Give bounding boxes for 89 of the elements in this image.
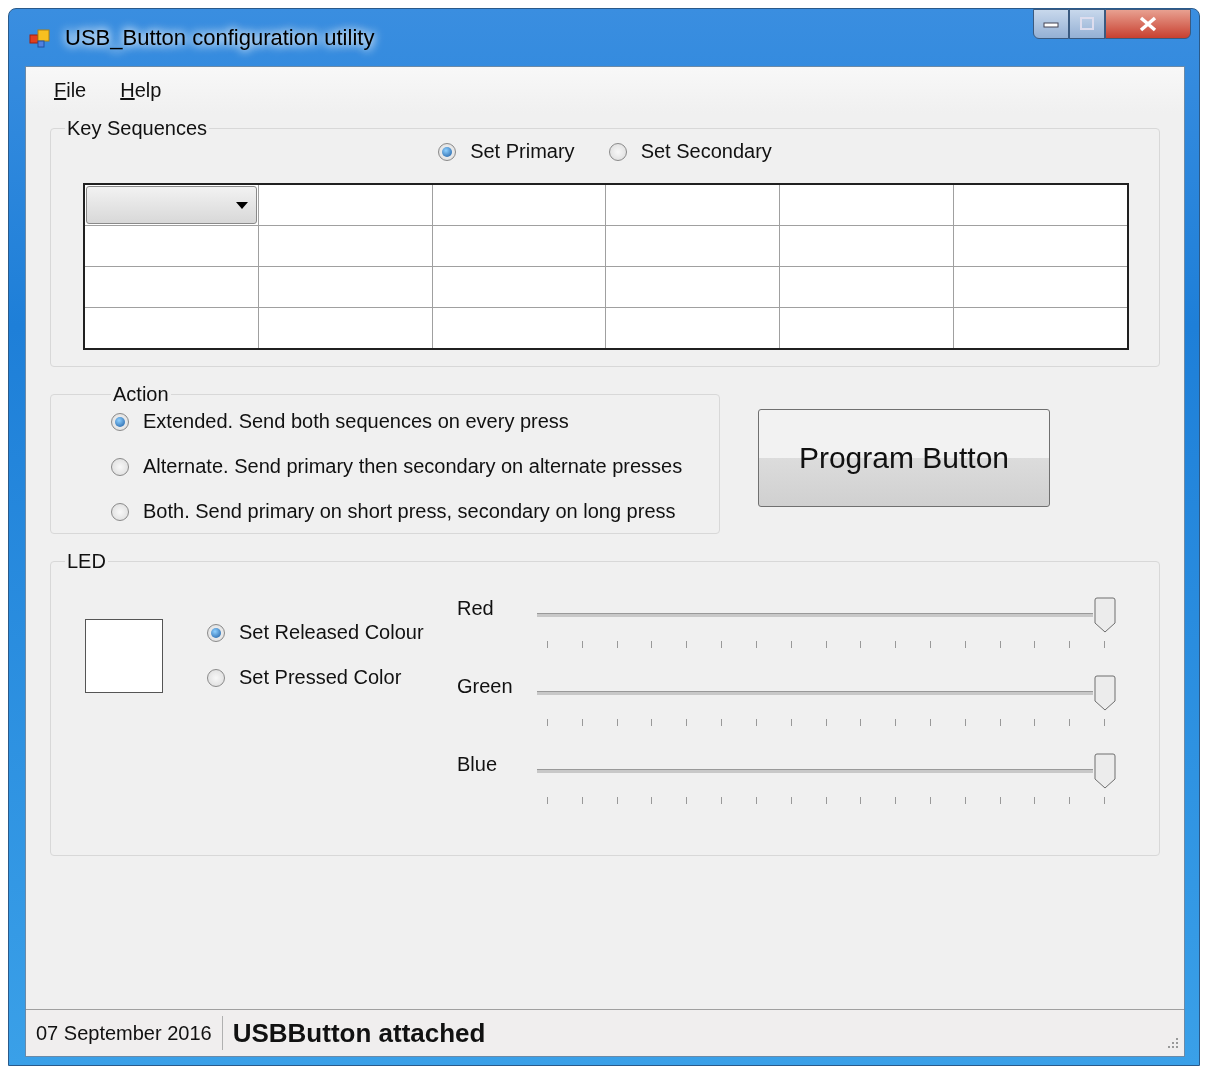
tick-mark xyxy=(651,641,653,648)
tick-mark xyxy=(1104,719,1105,726)
tick-mark xyxy=(721,641,723,648)
maximize-button[interactable] xyxy=(1069,9,1105,39)
tick-mark xyxy=(755,719,757,726)
tick-mark xyxy=(1104,797,1105,804)
tick-mark xyxy=(616,719,618,726)
tick-mark xyxy=(686,719,688,726)
radio-label: Set Primary xyxy=(470,140,575,163)
maximize-icon xyxy=(1078,17,1096,31)
app-icon xyxy=(29,26,51,49)
group-title: Key Sequences xyxy=(66,117,209,140)
tick-mark xyxy=(1034,797,1036,804)
radio-button[interactable] xyxy=(207,623,225,642)
tick-mark xyxy=(999,797,1001,804)
tick-mark xyxy=(1069,641,1071,648)
radio-button[interactable] xyxy=(111,412,129,431)
status-date: 07 September 2016 xyxy=(26,1016,223,1050)
tick-mark xyxy=(999,719,1001,726)
tick-mark xyxy=(651,797,653,804)
radio-label: Both. Send primary on short press, secondary on long press xyxy=(143,500,676,523)
tick-mark xyxy=(929,641,931,648)
tick-mark xyxy=(825,719,827,726)
tick-mark xyxy=(1034,719,1036,726)
radio-label: Set Pressed Color xyxy=(239,666,402,689)
radio-button[interactable] xyxy=(111,457,129,476)
tick-mark xyxy=(1034,641,1036,648)
slider-label: Green xyxy=(457,674,514,699)
tick-mark xyxy=(860,641,862,648)
tick-mark xyxy=(1069,719,1071,726)
tick-mark xyxy=(895,641,897,648)
radio-button[interactable] xyxy=(608,142,627,161)
tick-mark xyxy=(616,641,618,648)
key-dropdown[interactable] xyxy=(86,186,257,224)
tick-mark xyxy=(581,797,583,804)
tick-mark xyxy=(581,719,583,726)
tick-mark xyxy=(721,719,723,726)
tick-mark xyxy=(1104,641,1105,648)
radio-button[interactable] xyxy=(207,668,225,687)
radio-button[interactable] xyxy=(438,142,457,161)
radio-label: Alternate. Send primary then secondary on alternate presses xyxy=(143,455,683,478)
close-button[interactable] xyxy=(1105,9,1191,39)
tick-mark xyxy=(755,641,757,648)
tick-mark xyxy=(964,719,966,726)
radio-label: Set Secondary xyxy=(640,140,772,163)
tick-mark xyxy=(755,797,757,804)
group-title: LED xyxy=(66,550,107,573)
radio-label: Set Released Colour xyxy=(239,621,424,644)
tick-mark xyxy=(686,641,688,648)
slider-thumb[interactable] xyxy=(1094,597,1116,633)
minimize-button[interactable] xyxy=(1033,9,1069,39)
tick-mark xyxy=(790,641,792,648)
tick-mark xyxy=(929,719,931,726)
radio-label: Extended. Send both sequences on every press xyxy=(143,410,569,433)
window-title: USB_Button configuration utility xyxy=(65,24,375,51)
minimize-icon xyxy=(1042,20,1060,28)
group-title: Action xyxy=(112,383,170,406)
menu-item[interactable]: File xyxy=(54,78,87,102)
tick-mark xyxy=(581,641,583,648)
tick-mark xyxy=(895,797,897,804)
tick-mark xyxy=(1069,797,1071,804)
slider-label: Blue xyxy=(457,752,499,777)
tick-mark xyxy=(895,719,897,726)
slider-thumb[interactable] xyxy=(1094,675,1116,711)
tick-mark xyxy=(964,641,966,648)
tick-mark xyxy=(825,797,827,804)
caret-icon xyxy=(235,201,248,209)
tick-mark xyxy=(860,719,862,726)
tick-mark xyxy=(825,641,827,648)
tick-mark xyxy=(651,719,653,726)
tick-mark xyxy=(721,797,723,804)
radio-button[interactable] xyxy=(111,502,129,521)
tick-mark xyxy=(616,797,618,804)
tick-mark xyxy=(964,797,966,804)
status-message: USBButton attached xyxy=(231,1017,486,1049)
tick-mark xyxy=(547,719,548,726)
menu-item[interactable]: Help xyxy=(120,78,162,102)
tick-mark xyxy=(790,719,792,726)
slider-label: Red xyxy=(457,596,495,621)
program-button[interactable]: Program Button xyxy=(758,409,1050,507)
tick-mark xyxy=(860,797,862,804)
slider-thumb[interactable] xyxy=(1094,753,1116,789)
tick-mark xyxy=(929,797,931,804)
tick-mark xyxy=(547,797,548,804)
tick-mark xyxy=(790,797,792,804)
tick-mark xyxy=(547,641,548,648)
close-icon xyxy=(1138,16,1158,32)
tick-mark xyxy=(999,641,1001,648)
tick-mark xyxy=(686,797,688,804)
